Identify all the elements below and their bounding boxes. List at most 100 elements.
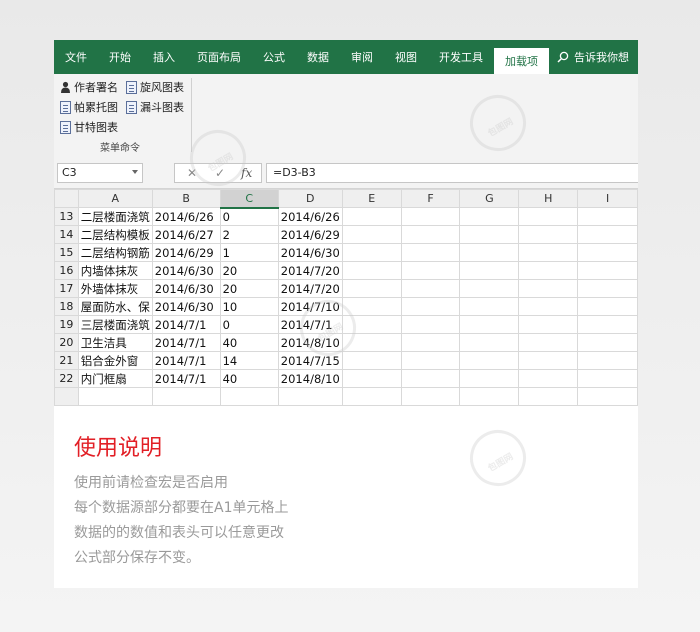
cell-h[interactable] [518,225,579,244]
cell-g[interactable] [459,369,520,388]
cell-g[interactable] [459,243,520,262]
cell-e[interactable] [341,261,402,280]
cell-a[interactable] [77,387,153,406]
cell-g[interactable] [459,351,520,370]
cell-d[interactable]: 2014/8/10 [277,369,343,388]
cell-d[interactable]: 2014/7/20 [277,261,343,280]
cell-c[interactable]: 14 [219,351,279,370]
cell-b[interactable]: 2014/7/1 [151,333,221,352]
cell-a[interactable]: 铝合金外窗 [77,351,153,370]
cell-f[interactable] [400,207,461,226]
cell-h[interactable] [518,279,579,298]
cell-a[interactable]: 屋面防水、保 [77,297,153,316]
cell-h[interactable] [518,207,579,226]
column-header-b[interactable]: B [151,189,221,208]
cell-e[interactable] [341,387,402,406]
cell-i[interactable] [577,369,638,388]
cell-b[interactable] [151,387,221,406]
cell-d[interactable]: 2014/7/15 [277,351,343,370]
row-header[interactable] [54,387,79,406]
tab-add-ins[interactable]: 加载项 [494,48,549,74]
cell-b[interactable]: 2014/6/29 [151,243,221,262]
cell-d[interactable]: 2014/7/20 [277,279,343,298]
row-header[interactable]: 17 [54,279,79,298]
cell-a[interactable]: 二层楼面浇筑 [77,207,153,226]
cell-h[interactable] [518,297,579,316]
tab-page-layout[interactable]: 页面布局 [186,40,252,74]
cell-e[interactable] [341,333,402,352]
cell-a[interactable]: 二层结构钢筋 [77,243,153,262]
row-header[interactable]: 13 [54,207,79,226]
cell-c[interactable]: 10 [219,297,279,316]
tab-insert[interactable]: 插入 [142,40,186,74]
cell-i[interactable] [577,243,638,262]
tab-home[interactable]: 开始 [98,40,142,74]
cell-f[interactable] [400,279,461,298]
cell-c[interactable]: 0 [219,207,279,226]
cell-i[interactable] [577,207,638,226]
cell-a[interactable]: 内墙体抹灰 [77,261,153,280]
cell-d[interactable]: 2014/7/10 [277,297,343,316]
cell-f[interactable] [400,387,461,406]
cell-g[interactable] [459,297,520,316]
cell-a[interactable]: 卫生洁具 [77,333,153,352]
cell-c[interactable]: 20 [219,261,279,280]
cell-f[interactable] [400,297,461,316]
cell-e[interactable] [341,315,402,334]
cell-a[interactable]: 内门框扇 [77,369,153,388]
cell-f[interactable] [400,225,461,244]
cell-b[interactable]: 2014/7/1 [151,315,221,334]
tornado-chart-button[interactable]: 旋风图表 [126,78,184,96]
cell-f[interactable] [400,369,461,388]
cell-b[interactable]: 2014/7/1 [151,351,221,370]
cell-c[interactable]: 0 [219,315,279,334]
cell-a[interactable]: 外墙体抹灰 [77,279,153,298]
row-header[interactable]: 20 [54,333,79,352]
check-icon[interactable]: ✓ [215,164,225,182]
column-header-f[interactable]: F [400,189,461,208]
cell-d[interactable]: 2014/7/1 [277,315,343,334]
tell-me-search[interactable]: 告诉我你想 [549,40,629,74]
cell-i[interactable] [577,261,638,280]
cell-g[interactable] [459,315,520,334]
cell-g[interactable] [459,387,520,406]
column-header-i[interactable]: I [577,189,638,208]
cell-b[interactable]: 2014/6/26 [151,207,221,226]
cell-f[interactable] [400,315,461,334]
row-header[interactable]: 18 [54,297,79,316]
cell-i[interactable] [577,351,638,370]
cell-h[interactable] [518,351,579,370]
cancel-icon[interactable]: ✕ [187,164,197,182]
tab-developer[interactable]: 开发工具 [428,40,494,74]
row-header[interactable]: 21 [54,351,79,370]
cell-b[interactable]: 2014/6/27 [151,225,221,244]
cell-i[interactable] [577,279,638,298]
row-header[interactable]: 15 [54,243,79,262]
cell-c[interactable]: 2 [219,225,279,244]
cell-i[interactable] [577,333,638,352]
pareto-chart-button[interactable]: 帕累托图 [60,98,118,116]
cell-g[interactable] [459,207,520,226]
cell-h[interactable] [518,333,579,352]
cell-d[interactable]: 2014/6/29 [277,225,343,244]
tab-review[interactable]: 审阅 [340,40,384,74]
cell-e[interactable] [341,243,402,262]
chevron-down-icon[interactable] [132,170,138,174]
cell-g[interactable] [459,279,520,298]
cell-f[interactable] [400,261,461,280]
funnel-chart-button[interactable]: 漏斗图表 [126,98,184,116]
cell-e[interactable] [341,369,402,388]
select-all-corner[interactable] [54,189,79,208]
cell-b[interactable]: 2014/6/30 [151,279,221,298]
cell-h[interactable] [518,315,579,334]
cell-a[interactable]: 二层结构模板 [77,225,153,244]
column-header-c[interactable]: C [219,189,279,209]
cell-c[interactable] [219,387,279,406]
cell-e[interactable] [341,297,402,316]
cell-d[interactable]: 2014/6/30 [277,243,343,262]
cell-h[interactable] [518,387,579,406]
column-header-h[interactable]: H [518,189,579,208]
cell-i[interactable] [577,225,638,244]
cell-i[interactable] [577,297,638,316]
tab-view[interactable]: 视图 [384,40,428,74]
